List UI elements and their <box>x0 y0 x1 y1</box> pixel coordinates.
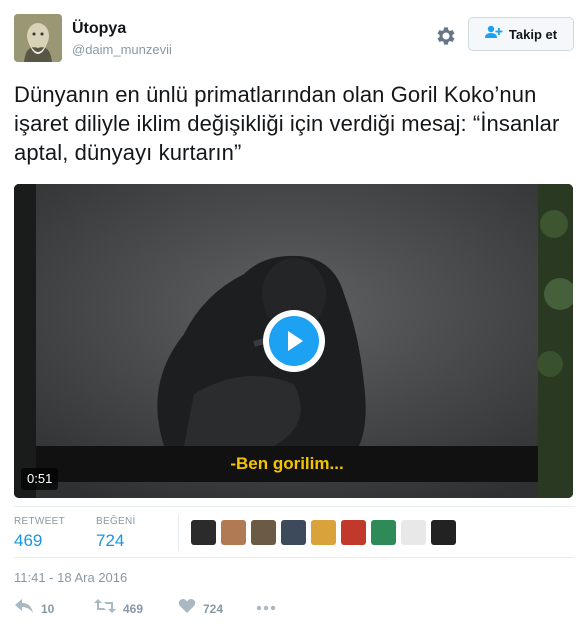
retweet-icon <box>94 598 116 619</box>
likers-avatars <box>191 520 456 545</box>
tweet-header: Ütopya @daim_munzevii Takip et <box>14 14 574 64</box>
more-icon <box>256 598 276 616</box>
like-stat-value: 724 <box>96 531 125 550</box>
like-count: 724 <box>203 601 224 616</box>
like-stat[interactable]: BEĞENİ 724 <box>96 516 136 551</box>
play-button[interactable] <box>263 310 325 372</box>
display-name[interactable]: Ütopya <box>72 20 126 38</box>
liker-avatar[interactable] <box>401 520 426 545</box>
retweet-button[interactable]: 469 <box>94 598 143 619</box>
video-player[interactable]: -Ben gorilim... 0:51 <box>14 184 573 498</box>
liker-avatar[interactable] <box>431 520 456 545</box>
video-subtitle: -Ben gorilim... <box>230 454 344 473</box>
liker-avatar[interactable] <box>251 520 276 545</box>
gear-icon[interactable] <box>434 24 458 48</box>
retweet-stat[interactable]: RETWEET 469 <box>14 516 65 551</box>
reply-count: 10 <box>41 601 55 616</box>
tweet-text: Dünyanın en ünlü primatlarından olan Gor… <box>14 82 560 165</box>
follow-button[interactable]: Takip et <box>468 17 574 51</box>
like-stat-label: BEĞENİ <box>96 516 136 527</box>
tweet-timestamp[interactable]: 11:41 - 18 Ara 2016 <box>14 570 127 585</box>
tweet-stats: RETWEET 469 BEĞENİ 724 <box>14 506 574 558</box>
liker-avatar[interactable] <box>341 520 366 545</box>
liker-avatar[interactable] <box>191 520 216 545</box>
video-duration: 0:51 <box>21 468 59 490</box>
liker-avatar[interactable] <box>311 520 336 545</box>
retweet-stat-value: 469 <box>14 531 43 550</box>
avatar[interactable] <box>14 14 62 62</box>
liker-avatar[interactable] <box>281 520 306 545</box>
user-handle[interactable]: @daim_munzevii <box>72 42 172 57</box>
liker-avatar[interactable] <box>371 520 396 545</box>
stats-divider <box>178 515 179 551</box>
retweet-count: 469 <box>123 601 144 616</box>
reply-icon <box>14 598 34 619</box>
add-user-icon <box>484 25 503 44</box>
reply-button[interactable]: 10 <box>14 598 54 619</box>
subtitle-bar: -Ben gorilim... <box>36 446 538 482</box>
retweet-stat-label: RETWEET <box>14 516 65 527</box>
heart-icon <box>178 598 196 619</box>
more-button[interactable] <box>256 598 276 616</box>
liker-avatar[interactable] <box>221 520 246 545</box>
like-button[interactable]: 724 <box>178 598 223 619</box>
follow-label: Takip et <box>508 26 558 42</box>
play-icon <box>269 316 319 366</box>
tweet-actions: 10 469 724 <box>14 598 574 622</box>
